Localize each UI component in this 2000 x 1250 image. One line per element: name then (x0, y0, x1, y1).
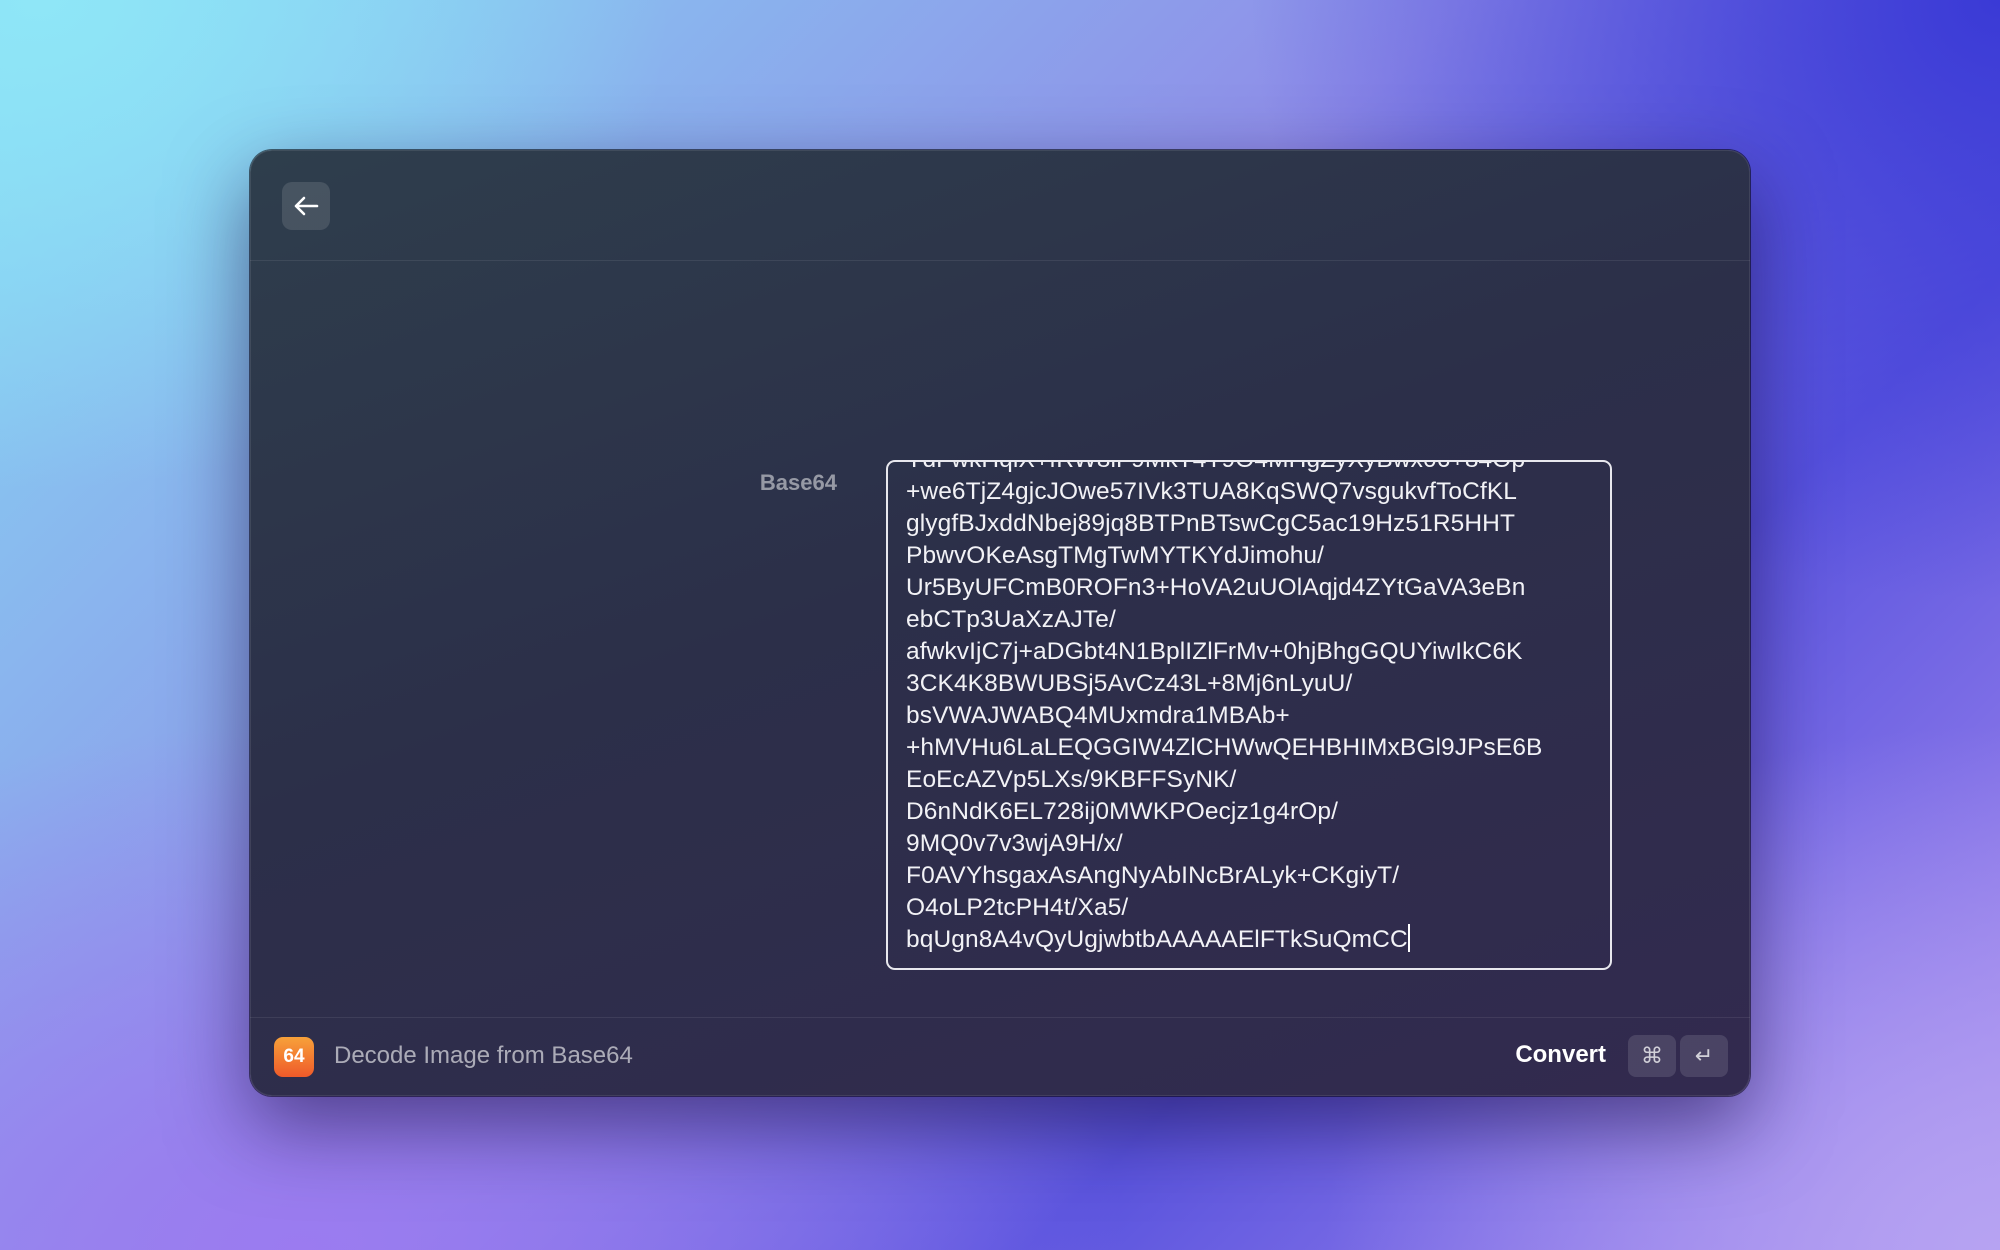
command-title: Decode Image from Base64 (334, 1042, 633, 1069)
top-bar (250, 150, 1750, 261)
extension-window: Base64 YdFwkHqlX+fRW8iF9MkT4T9O4MHgZyXyB… (250, 150, 1750, 1096)
back-button[interactable] (282, 182, 330, 230)
convert-button[interactable]: Convert (1515, 1041, 1606, 1069)
return-key-icon: ↵ (1680, 1035, 1728, 1077)
base64-textarea[interactable]: YdFwkHqlX+fRW8iF9MkT4T9O4MHgZyXyBwx06+84… (886, 460, 1612, 970)
command-key-icon: ⌘ (1628, 1035, 1676, 1077)
textarea-text-content: YdFwkHqlX+fRW8iF9MkT4T9O4MHgZyXyBwx06+84… (906, 462, 1543, 953)
base64-textarea-value[interactable]: YdFwkHqlX+fRW8iF9MkT4T9O4MHgZyXyBwx06+84… (906, 462, 1600, 956)
field-label: Base64 (759, 470, 837, 495)
action-bar: 64 Decode Image from Base64 Convert ⌘ ↵ (250, 1017, 1750, 1096)
base64-app-icon: 64 (274, 1037, 314, 1077)
arrow-left-icon (293, 195, 319, 217)
text-caret (1407, 924, 1410, 952)
